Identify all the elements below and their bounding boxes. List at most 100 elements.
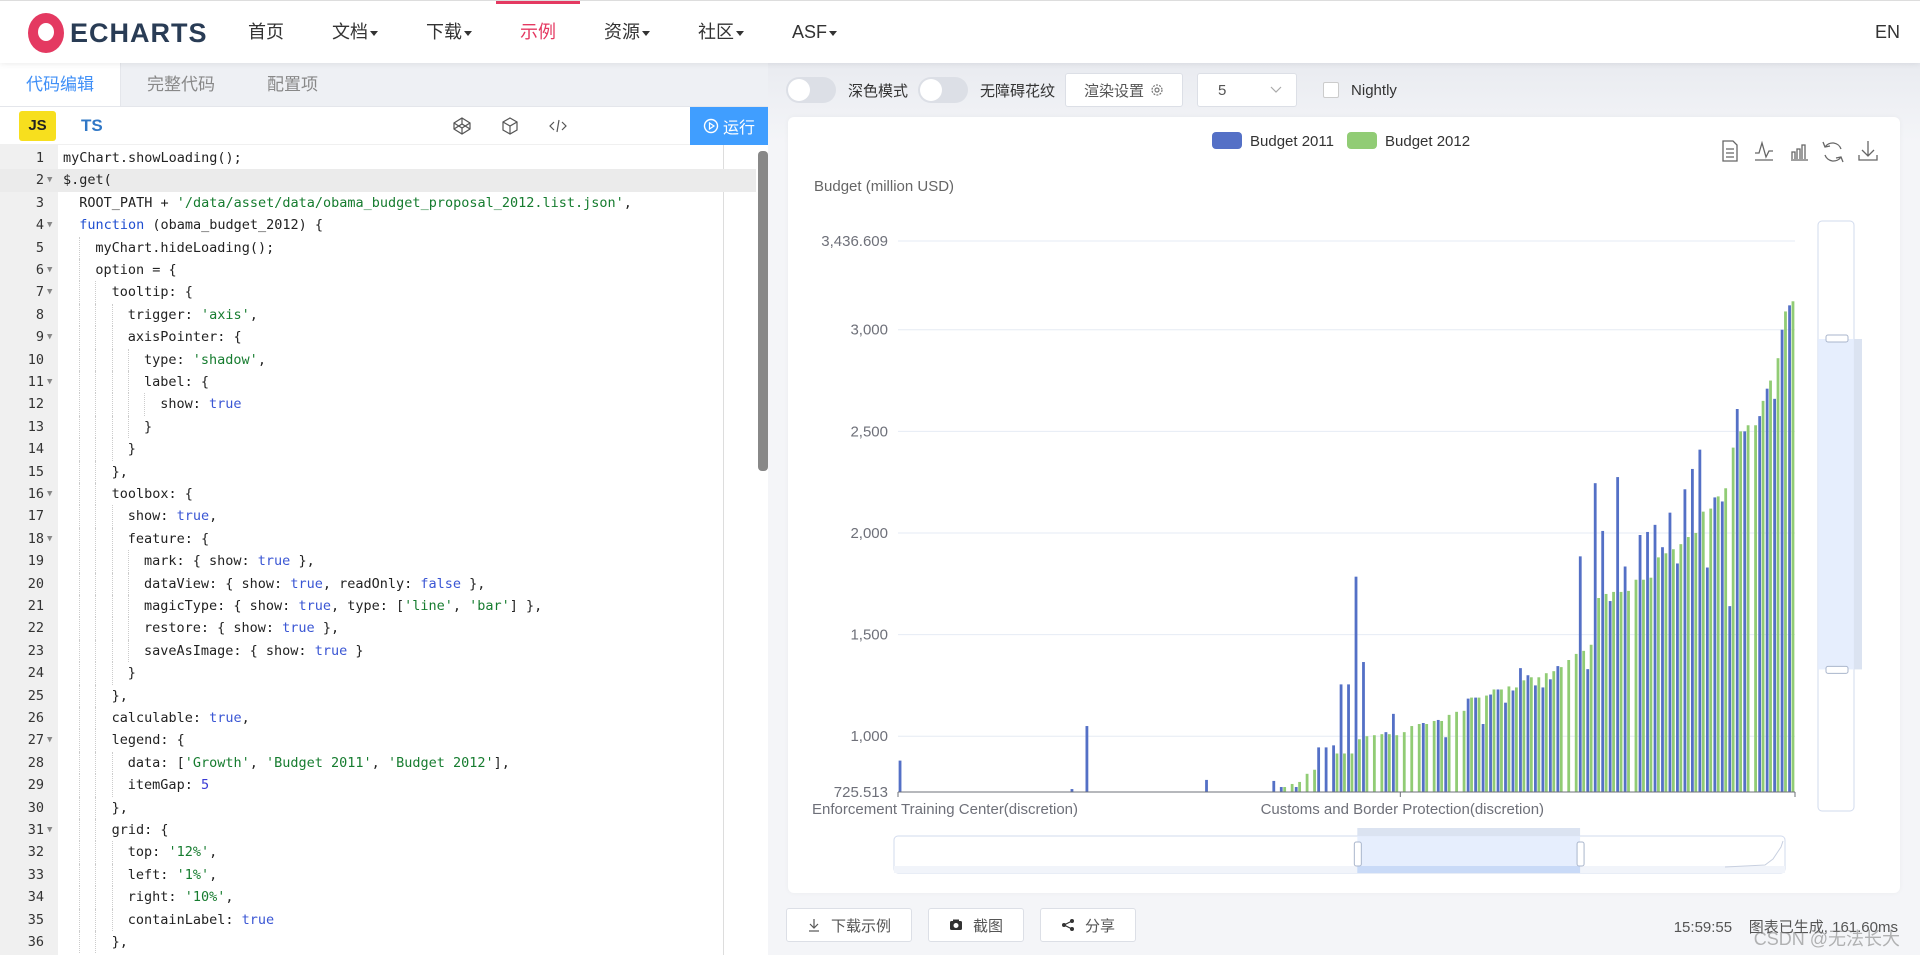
- indent-guide: [95, 639, 97, 663]
- code-editor[interactable]: 1 myChart.showLoading(); 2 ▼ $.get(3 ROOT_PAT…: [0, 145, 768, 955]
- code-line[interactable]: 36},: [0, 931, 756, 954]
- code-line[interactable]: 9 ▼ axisPointer: {: [0, 326, 756, 349]
- camera-button[interactable]: 截图: [928, 908, 1025, 942]
- fold-arrow-icon[interactable]: ▼: [47, 169, 52, 191]
- indent-guide: [95, 483, 97, 506]
- code-line[interactable]: 17 show: true,: [0, 505, 756, 528]
- code-line[interactable]: 1 myChart.showLoading();: [0, 147, 756, 169]
- code-line[interactable]: 4 ▼ function (obama_budget_2012) {: [0, 214, 756, 236]
- camera-icon: [949, 918, 963, 932]
- code-text: axisPointer: {: [127, 329, 242, 346]
- version-select[interactable]: 5: [1197, 73, 1298, 107]
- code-line[interactable]: 30},: [0, 796, 756, 819]
- code-icon[interactable]: [548, 116, 568, 136]
- line-number: 21: [27, 598, 44, 614]
- download-button[interactable]: 下载示例: [786, 908, 913, 942]
- nav-item-3[interactable]: 示例: [496, 1, 580, 64]
- fold-arrow-icon[interactable]: ▼: [47, 371, 52, 393]
- render-settings-button[interactable]: 渲染设置: [1065, 73, 1184, 107]
- hzoom-handle-right: [1576, 841, 1585, 867]
- restore-icon[interactable]: [1822, 141, 1844, 163]
- fold-arrow-icon[interactable]: ▼: [47, 259, 52, 281]
- indent-guide: [95, 595, 97, 618]
- code-line[interactable]: 24}: [0, 662, 756, 685]
- fold-arrow-icon[interactable]: ▼: [47, 326, 52, 348]
- budget-bar-chart[interactable]: Budget 2011 Budget 2012 Budget (million U…: [788, 117, 1900, 893]
- fold-arrow-icon[interactable]: ▼: [47, 281, 52, 303]
- code-line[interactable]: 29 itemGap: 5: [0, 774, 756, 797]
- code-line[interactable]: 18 ▼ feature: {: [0, 527, 756, 551]
- code-text: tooltip: {: [111, 284, 193, 301]
- line-chart-icon[interactable]: [1755, 140, 1773, 161]
- fold-arrow-icon[interactable]: ▼: [47, 483, 52, 505]
- code-line[interactable]: 12 show: true: [0, 393, 756, 416]
- bar-budget-2011: [1668, 512, 1672, 792]
- indent-guide: [144, 393, 145, 416]
- code-line[interactable]: 20 dataView: { show: true, readOnly: fals…: [0, 572, 756, 595]
- nav-item-2[interactable]: 下载: [402, 1, 496, 64]
- code-line[interactable]: 14}: [0, 438, 756, 461]
- code-line[interactable]: 23 saveAsImage: { show: true }: [0, 639, 756, 663]
- code-text: mark: { show: true },: [144, 553, 315, 570]
- indent-guide: [127, 371, 129, 394]
- code-line[interactable]: 10 type: 'shadow',: [0, 348, 756, 371]
- code-line[interactable]: 28 data: ['Growth', 'Budget 2011', 'Budge…: [0, 751, 756, 775]
- code-line[interactable]: 27 ▼ legend: {: [0, 729, 756, 752]
- tab-0[interactable]: 代码编辑: [0, 63, 121, 106]
- nav-item-5[interactable]: 社区: [674, 1, 768, 64]
- codesandbox-icon[interactable]: [500, 116, 520, 136]
- tab-2[interactable]: 配置项: [241, 63, 344, 106]
- bar-chart-icon[interactable]: [1791, 144, 1808, 161]
- aria-pattern-toggle[interactable]: [918, 77, 969, 103]
- save-image-icon[interactable]: [1858, 141, 1878, 161]
- code-line[interactable]: 32 top: '12%',: [0, 841, 756, 864]
- code-line[interactable]: 8 trigger: 'axis',: [0, 303, 756, 327]
- fold-arrow-icon[interactable]: ▼: [47, 214, 52, 236]
- code-line[interactable]: 6 ▼ option = {: [0, 259, 756, 282]
- code-line[interactable]: 2 ▼ $.get(: [0, 169, 756, 192]
- code-line[interactable]: 5 myChart.hideLoading();: [0, 236, 756, 259]
- code-line[interactable]: 35 containLabel: true: [0, 908, 756, 931]
- code-line[interactable]: 31 ▼ grid: {: [0, 819, 756, 842]
- code-line[interactable]: 22 restore: { show: true },: [0, 617, 756, 640]
- code-line[interactable]: 11 ▼ label: {: [0, 371, 756, 394]
- code-line[interactable]: 33 left: '1%',: [0, 863, 756, 887]
- ts-toggle[interactable]: TS: [81, 116, 103, 136]
- indent-guide: [79, 707, 81, 730]
- code-line[interactable]: 7 ▼ tooltip: {: [0, 281, 756, 304]
- vertical-datazoom[interactable]: [1817, 220, 1862, 812]
- data-view-icon[interactable]: [1722, 140, 1738, 162]
- code-line[interactable]: 16 ▼ toolbox: {: [0, 483, 756, 506]
- echarts-logo[interactable]: ECHARTS: [28, 13, 208, 53]
- y-tick-label: 1,500: [850, 627, 888, 644]
- nav-item-4[interactable]: 资源: [580, 1, 674, 64]
- horizontal-datazoom[interactable]: [893, 828, 1786, 874]
- code-line[interactable]: 25},: [0, 684, 756, 707]
- code-text: legend: {: [111, 732, 185, 749]
- code-line[interactable]: 13}: [0, 415, 756, 439]
- fold-arrow-icon[interactable]: ▼: [47, 528, 52, 550]
- code-line[interactable]: 26 calculable: true,: [0, 707, 756, 730]
- code-line[interactable]: 15},: [0, 460, 756, 483]
- code-line[interactable]: 3 ROOT_PATH + '/data/asset/data/obama_bud…: [0, 192, 756, 214]
- indent-guide: [79, 751, 81, 775]
- bar-budget-2012: [1500, 689, 1503, 792]
- nav-item-6[interactable]: ASF: [768, 1, 861, 64]
- nav-item-0[interactable]: 首页: [224, 1, 308, 64]
- editor-scrollbar[interactable]: [758, 151, 768, 471]
- code-line[interactable]: 34 right: '10%',: [0, 886, 756, 909]
- run-button[interactable]: 运行: [690, 107, 768, 145]
- language-switch[interactable]: EN: [1875, 1, 1900, 64]
- tab-1[interactable]: 完整代码: [121, 63, 241, 106]
- share-button[interactable]: 分享: [1040, 908, 1137, 942]
- nav-item-1[interactable]: 文档: [308, 1, 402, 64]
- js-toggle[interactable]: JS: [19, 110, 56, 141]
- code-line[interactable]: 19 mark: { show: true },: [0, 550, 756, 573]
- fold-arrow-icon[interactable]: ▼: [47, 729, 52, 751]
- indent-guide: [79, 841, 81, 864]
- dark-mode-toggle[interactable]: [786, 77, 836, 103]
- code-line[interactable]: 21 magicType: { show: true, type: ['line'…: [0, 595, 756, 618]
- fold-arrow-icon[interactable]: ▼: [47, 819, 52, 841]
- codepen-icon[interactable]: [452, 116, 472, 136]
- nightly-checkbox[interactable]: [1323, 82, 1340, 98]
